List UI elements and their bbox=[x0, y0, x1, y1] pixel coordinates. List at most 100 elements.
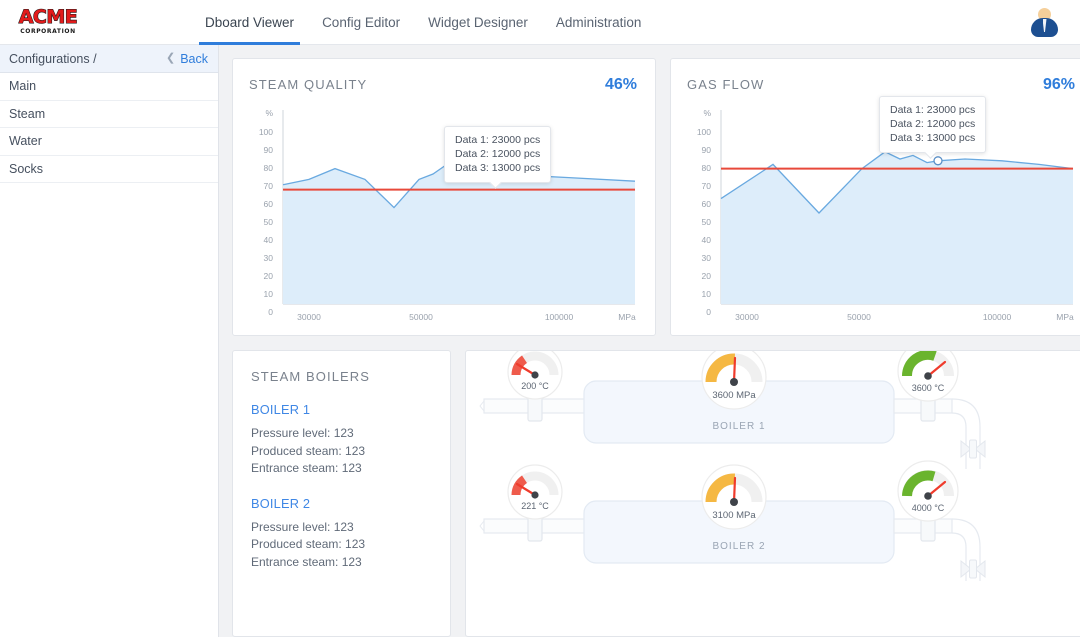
app-header: ACME CORPORATION Dboard Viewer Config Ed… bbox=[0, 0, 1080, 45]
tooltip-line-2: Data 2: 12000 pcs bbox=[455, 148, 541, 160]
tab-widget-designer[interactable]: Widget Designer bbox=[414, 0, 542, 45]
svg-text:20: 20 bbox=[702, 271, 712, 281]
x-axis-unit: MPa bbox=[618, 312, 636, 322]
steam-boilers-card: STEAM BOILERS BOILER 1 Pressure level: 1… bbox=[232, 350, 451, 637]
x-axis-unit: MPa bbox=[1056, 312, 1074, 322]
page-title: STEAM BOILERS bbox=[251, 369, 371, 384]
gauge-value: 3600 °C bbox=[912, 383, 945, 393]
boiler-1-entrance-steam: Entrance steam: 123 bbox=[251, 461, 362, 475]
svg-text:30: 30 bbox=[264, 253, 274, 263]
boiler-row-2: BOILER 2 221 °C 3100 MPa 4000 °C bbox=[479, 460, 986, 581]
boiler-group-1: BOILER 1 Pressure level: 123 Produced st… bbox=[251, 402, 450, 478]
user-avatar-icon[interactable] bbox=[1029, 7, 1060, 38]
tooltip-line-1: Data 1: 23000 pcs bbox=[455, 134, 541, 146]
sidebar-item-main[interactable]: Main bbox=[0, 73, 218, 101]
chart-area-fill bbox=[283, 165, 635, 304]
chart-tooltip: Data 1: 23000 pcs Data 2: 12000 pcs Data… bbox=[444, 126, 552, 189]
boiler-group-2: BOILER 2 Pressure level: 123 Produced st… bbox=[251, 496, 450, 572]
tab-dboard-viewer[interactable]: Dboard Viewer bbox=[191, 0, 308, 45]
svg-text:100: 100 bbox=[697, 127, 711, 137]
svg-text:40: 40 bbox=[702, 235, 712, 245]
svg-text:50: 50 bbox=[702, 217, 712, 227]
tab-administration[interactable]: Administration bbox=[542, 0, 656, 45]
dashboard-main: STEAM QUALITY 46% % 100 90 80 70 60 50 4… bbox=[219, 45, 1080, 637]
svg-text:60: 60 bbox=[702, 199, 712, 209]
svg-text:60: 60 bbox=[264, 199, 274, 209]
boiler-1-produced-steam: Produced steam: 123 bbox=[251, 443, 366, 458]
svg-text:70: 70 bbox=[264, 181, 274, 191]
svg-text:10: 10 bbox=[702, 289, 712, 299]
bottom-row: STEAM BOILERS BOILER 1 Pressure level: 1… bbox=[232, 350, 1080, 637]
svg-text:70: 70 bbox=[702, 181, 712, 191]
outlet-valve[interactable] bbox=[960, 559, 986, 579]
svg-text:90: 90 bbox=[702, 145, 712, 155]
svg-text:50000: 50000 bbox=[847, 312, 871, 322]
pressure-gauge[interactable]: 3600 MPa bbox=[701, 351, 767, 410]
outlet-valve[interactable] bbox=[960, 439, 986, 459]
back-button-label: Back bbox=[180, 51, 208, 66]
breadcrumb: Configurations / bbox=[9, 51, 97, 66]
logo-brand-text: ACME bbox=[18, 6, 78, 28]
tooltip-line-1: Data 1: 23000 pcs bbox=[890, 104, 976, 116]
status-badge: 46% bbox=[604, 76, 637, 93]
svg-text:20: 20 bbox=[264, 271, 274, 281]
sidebar-header: Configurations / ❮ Back bbox=[0, 45, 218, 73]
sidebar-item-steam[interactable]: Steam bbox=[0, 101, 218, 128]
charts-row: STEAM QUALITY 46% % 100 90 80 70 60 50 4… bbox=[232, 58, 1080, 336]
tab-config-editor[interactable]: Config Editor bbox=[308, 0, 414, 45]
steam-quality-card: STEAM QUALITY 46% % 100 90 80 70 60 50 4… bbox=[232, 58, 656, 336]
tooltip-line-3: Data 3: 13000 pcs bbox=[455, 162, 541, 174]
sidebar-item-socks[interactable]: Socks bbox=[0, 156, 218, 183]
riser-pipe-inner bbox=[951, 412, 967, 469]
boiler-2-link[interactable]: BOILER 2 bbox=[251, 496, 450, 511]
svg-text:50000: 50000 bbox=[409, 312, 433, 322]
configurations-sidebar: Configurations / ❮ Back Main Steam Water… bbox=[0, 45, 219, 637]
svg-text:80: 80 bbox=[264, 163, 274, 173]
inlet-temperature-gauge[interactable]: 221 °C bbox=[507, 464, 563, 520]
gauge-value: 3600 MPa bbox=[712, 390, 756, 401]
svg-text:90: 90 bbox=[264, 145, 274, 155]
boiler-1-pressure-level: Pressure level: 123 bbox=[251, 426, 354, 440]
boiler-schematic-svg: BOILER 1 200 °C 3600 MPa 3600 °C BOILER … bbox=[479, 351, 986, 581]
gauge-value: 221 °C bbox=[521, 501, 549, 511]
svg-text:0: 0 bbox=[706, 307, 711, 317]
vessel-label: BOILER 2 bbox=[712, 541, 765, 552]
svg-text:0: 0 bbox=[268, 307, 273, 317]
boiler-schematic-card: BOILER 1 200 °C 3600 MPa 3600 °C BOILER … bbox=[465, 350, 1080, 637]
svg-text:80: 80 bbox=[702, 163, 712, 173]
page-title: STEAM QUALITY bbox=[249, 77, 368, 92]
svg-text:100: 100 bbox=[259, 127, 273, 137]
gauge-value: 200 °C bbox=[521, 381, 549, 391]
boiler-1-link[interactable]: BOILER 1 bbox=[251, 402, 450, 417]
svg-text:100000: 100000 bbox=[983, 312, 1012, 322]
svg-text:40: 40 bbox=[264, 235, 274, 245]
sidebar-item-water[interactable]: Water bbox=[0, 128, 218, 156]
y-axis-unit: % bbox=[703, 108, 711, 118]
back-button[interactable]: ❮ Back bbox=[166, 52, 208, 66]
acme-logo-icon[interactable]: ACME CORPORATION bbox=[14, 6, 82, 38]
pressure-gauge[interactable]: 3100 MPa bbox=[701, 464, 767, 530]
svg-text:50: 50 bbox=[264, 217, 274, 227]
tooltip-line-3: Data 3: 13000 pcs bbox=[890, 132, 976, 144]
outlet-temperature-gauge[interactable]: 4000 °C bbox=[897, 460, 959, 522]
vessel-label: BOILER 1 bbox=[712, 421, 765, 432]
boiler-2-entrance-steam: Entrance steam: 123 bbox=[251, 554, 362, 569]
tooltip-line-2: Data 2: 12000 pcs bbox=[890, 118, 976, 130]
outlet-temperature-gauge[interactable]: 3600 °C bbox=[897, 351, 959, 402]
chevron-left-icon: ❮ bbox=[165, 52, 176, 64]
svg-text:30000: 30000 bbox=[297, 312, 321, 322]
gas-flow-header: GAS FLOW 96% bbox=[687, 76, 1079, 94]
steam-quality-header: STEAM QUALITY 46% bbox=[249, 76, 641, 94]
main-navigation: Dboard Viewer Config Editor Widget Desig… bbox=[191, 0, 655, 45]
status-badge: 96% bbox=[1042, 76, 1075, 93]
gauge-value: 4000 °C bbox=[912, 503, 945, 513]
gauge-value: 3100 MPa bbox=[712, 510, 756, 521]
chart-tooltip: Data 1: 23000 pcs Data 2: 12000 pcs Data… bbox=[879, 96, 987, 159]
svg-text:30: 30 bbox=[702, 253, 712, 263]
y-axis-unit: % bbox=[265, 108, 273, 118]
inlet-temperature-gauge[interactable]: 200 °C bbox=[507, 351, 563, 400]
svg-text:100000: 100000 bbox=[545, 312, 574, 322]
data-point-marker[interactable] bbox=[933, 156, 943, 166]
logo-sub-text: CORPORATION bbox=[20, 28, 76, 35]
boiler-2-produced-steam: Produced steam: 123 bbox=[251, 537, 366, 551]
